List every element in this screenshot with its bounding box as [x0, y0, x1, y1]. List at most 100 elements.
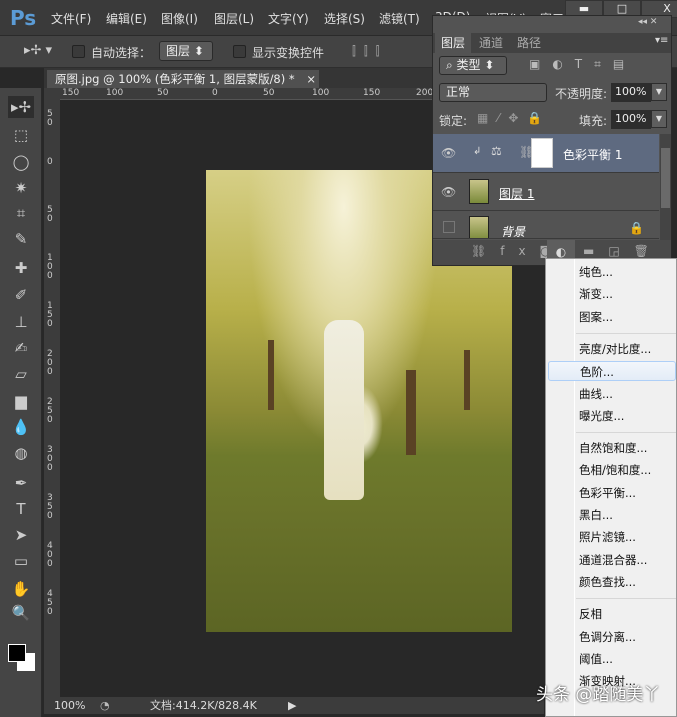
history-brush-tool-icon[interactable]: ✍: [8, 337, 34, 359]
clip-arrow-icon: ↲: [473, 146, 482, 157]
panel-menu-icon[interactable]: ▾≡: [655, 35, 668, 46]
document-tab[interactable]: 原图.jpg @ 100% (色彩平衡 1, 图层蒙版/8) * ×: [47, 70, 319, 88]
menu-item[interactable]: 色调分离...: [579, 627, 636, 647]
layer-row-layer1[interactable]: 👁 图层 1: [433, 173, 659, 211]
menu-edit[interactable]: 编辑(E): [106, 10, 147, 27]
layer-row-color-balance[interactable]: 👁 ↲ ⚖ ⛓ 色彩平衡 1: [433, 134, 659, 173]
layers-scrollbar[interactable]: [660, 134, 671, 240]
move-tool-icon[interactable]: ▸✢: [8, 96, 34, 118]
zoom-level[interactable]: 100%: [54, 697, 85, 714]
eyedropper-tool-icon[interactable]: ✎: [8, 228, 34, 250]
menu-layer[interactable]: 图层(L): [214, 10, 254, 27]
lock-icons[interactable]: ▦⁄✥🔒: [477, 111, 551, 125]
eye-icon[interactable]: 👁: [441, 146, 456, 160]
layer-name[interactable]: 图层 1: [499, 185, 534, 202]
rectangle-tool-icon[interactable]: ▭: [8, 550, 34, 572]
move-tool-icon[interactable]: ▸✢ ▾: [24, 43, 52, 58]
adjustment-context-menu: 纯色... 渐变... 图案... 亮度/对比度... 色阶... 曲线... 曝光度...…: [545, 258, 677, 717]
menu-item[interactable]: 亮度/对比度...: [579, 339, 651, 359]
close-tab-icon[interactable]: ×: [306, 72, 316, 86]
menu-item[interactable]: 自然饱和度...: [579, 438, 647, 458]
align-icons[interactable]: ⫿⫿⫿: [352, 44, 388, 59]
layer-row-background[interactable]: 背景 🔒: [433, 211, 659, 239]
hand-tool-icon[interactable]: ✋: [8, 578, 34, 600]
marquee-tool-icon[interactable]: ⬚: [8, 124, 34, 146]
menu-item[interactable]: 黑白...: [579, 505, 613, 525]
document-tab-title: 原图.jpg @ 100% (色彩平衡 1, 图层蒙版/8) *: [55, 72, 295, 86]
menu-item[interactable]: 纯色...: [579, 262, 613, 282]
eraser-tool-icon[interactable]: ▱: [8, 363, 34, 385]
menu-item[interactable]: 通道混合器...: [579, 550, 647, 570]
layer-name[interactable]: 色彩平衡 1: [563, 146, 622, 163]
menu-item[interactable]: 色相/饱和度...: [579, 460, 651, 480]
menu-file[interactable]: 文件(F): [51, 10, 91, 27]
menu-item[interactable]: 色阶...: [548, 361, 676, 382]
zoom-tool-icon[interactable]: 🔍: [8, 602, 34, 624]
eye-icon[interactable]: 👁: [441, 185, 456, 199]
menu-filter[interactable]: 滤镜(T): [379, 10, 420, 27]
layer-mask-thumbnail[interactable]: [531, 138, 553, 168]
ruler-tick: 50: [263, 88, 275, 98]
stamp-tool-icon[interactable]: ⊥: [8, 311, 34, 333]
status-icon[interactable]: ◔: [100, 697, 110, 714]
menu-item[interactable]: 曲线...: [579, 384, 613, 404]
tree-trunk: [406, 370, 416, 455]
menu-item[interactable]: 颜色查找...: [579, 572, 636, 592]
ruler-tick: 5 0: [47, 109, 53, 128]
pen-tool-icon[interactable]: ✒: [8, 472, 34, 494]
menu-type[interactable]: 文字(Y): [268, 10, 309, 27]
ruler-tick: 2 0 0: [47, 349, 53, 377]
tab-paths[interactable]: 路径: [511, 33, 547, 53]
fill-label: 填充:: [579, 114, 608, 128]
ruler-tick: 3 5 0: [47, 493, 53, 521]
menu-select[interactable]: 选择(S): [324, 10, 365, 27]
panel-collapse-close-icons[interactable]: ◂◂ ✕: [638, 17, 657, 27]
layer-filter-dropdown[interactable]: ⌕ 类型 ⬍: [439, 56, 507, 75]
magic-wand-tool-icon[interactable]: ✷: [8, 177, 34, 199]
foreground-color-swatch[interactable]: [8, 644, 26, 662]
footer-icons-group-new-delete[interactable]: ▬◲🗑: [583, 244, 663, 258]
ruler-tick: 3 0 0: [47, 445, 53, 473]
auto-select-dropdown[interactable]: 图层 ⬍: [159, 41, 213, 61]
opacity-dropdown-button[interactable]: ▼: [651, 83, 667, 101]
auto-select-checkbox[interactable]: [72, 45, 85, 58]
menu-item[interactable]: 渐变...: [579, 284, 613, 304]
fill-dropdown-button[interactable]: ▼: [651, 110, 667, 128]
dodge-tool-icon[interactable]: ◍: [8, 442, 34, 464]
path-select-tool-icon[interactable]: ➤: [8, 524, 34, 546]
ruler-tick: 2 5 0: [47, 397, 53, 425]
menu-item[interactable]: 照片滤镜...: [579, 527, 636, 547]
menu-image[interactable]: 图像(I): [161, 10, 198, 27]
gradient-tool-icon[interactable]: ▆: [8, 390, 34, 412]
brush-tool-icon[interactable]: ✐: [8, 284, 34, 306]
menu-item[interactable]: 图案...: [579, 307, 613, 327]
ruler-tick: 100: [312, 88, 330, 98]
tab-layers[interactable]: 图层: [435, 33, 472, 53]
healing-tool-icon[interactable]: ✚: [8, 257, 34, 279]
opacity-input[interactable]: 100%: [611, 83, 651, 102]
filter-icons[interactable]: ▣◐T⌗▤: [529, 57, 636, 72]
type-tool-icon[interactable]: T: [8, 498, 34, 520]
ruler-tick: 200: [416, 88, 434, 98]
layers-panel: ◂◂ ✕ 图层 通道 路径 ▾≡ ⌕ 类型 ⬍ ▣◐T⌗▤ 正常 不透明度: 1…: [432, 15, 672, 266]
blend-mode-dropdown[interactable]: 正常: [439, 83, 547, 102]
menu-item[interactable]: 阈值...: [579, 649, 613, 669]
lasso-tool-icon[interactable]: ◯: [8, 151, 34, 173]
fill-input[interactable]: 100%: [611, 110, 651, 129]
opacity-label: 不透明度:: [555, 87, 608, 101]
blur-tool-icon[interactable]: 💧: [8, 416, 34, 438]
layer-name[interactable]: 背景: [501, 223, 525, 238]
menu-item[interactable]: 曝光度...: [579, 406, 624, 426]
filter-value: 类型: [456, 58, 481, 72]
layer-thumbnail: [469, 179, 489, 204]
menu-item[interactable]: 反相: [579, 604, 602, 624]
crop-tool-icon[interactable]: ⌗: [8, 202, 34, 224]
menu-separator: [576, 598, 676, 600]
show-transform-checkbox[interactable]: [233, 45, 246, 58]
horizontal-ruler: 150 100 50 0 50 100 150 200: [60, 88, 434, 100]
menu-item[interactable]: 色彩平衡...: [579, 483, 636, 503]
status-menu-arrow[interactable]: ▶: [288, 697, 296, 714]
tab-channels[interactable]: 通道: [473, 33, 509, 53]
auto-select-label: 自动选择：: [91, 46, 152, 60]
visibility-box[interactable]: [443, 221, 455, 233]
